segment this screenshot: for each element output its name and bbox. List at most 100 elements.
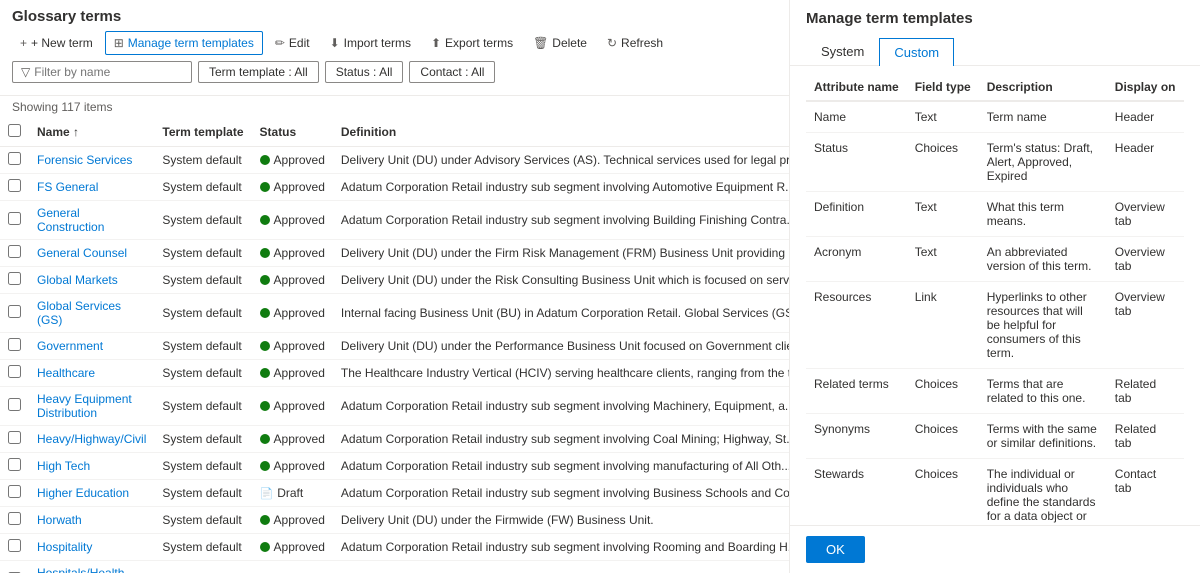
attribute-display-cell: Overview tab [1107,237,1184,282]
definition-cell: Adatum Corporation Retail industry sub s… [341,540,789,554]
term-name-link[interactable]: High Tech [37,459,90,473]
contact-filter[interactable]: Contact : All [409,61,495,83]
term-name-link[interactable]: Healthcare [37,366,95,380]
status-col-header: Status [252,118,333,147]
term-name-link[interactable]: Hospitals/Health Systems [37,566,124,573]
definition-cell: Adatum Corporation Retail industry sub s… [341,213,789,227]
approved-dot [260,155,270,165]
term-template-filter[interactable]: Term template : All [198,61,319,83]
filter-row: ▽ Term template : All Status : All Conta… [12,61,777,83]
definition-cell: Delivery Unit (DU) under the Performance… [341,339,789,353]
attribute-row: SynonymsChoicesTerms with the same or si… [806,414,1184,459]
attribute-row: NameTextTerm nameHeader [806,101,1184,133]
term-name-link[interactable]: FS General [37,180,98,194]
attribute-name-cell: Name [806,101,907,133]
row-checkbox[interactable] [8,152,21,165]
table-row: General ConstructionSystem defaultApprov… [0,201,789,240]
attribute-description-cell: Term name [979,101,1107,133]
term-name-link[interactable]: Global Markets [37,273,118,287]
status-filter[interactable]: Status : All [325,61,404,83]
tab-custom[interactable]: Custom [879,38,954,66]
attribute-row: StewardsChoicesThe individual or individ… [806,459,1184,526]
row-checkbox[interactable] [8,212,21,225]
export-terms-button[interactable]: ⬆ Export terms [423,32,521,54]
term-name-link[interactable]: Hospitality [37,540,92,554]
term-status-cell: Approved [252,453,333,480]
delete-button[interactable]: 🗑 Delete [525,32,595,54]
table-row: HorwathSystem defaultApprovedDelivery Un… [0,507,789,534]
select-all-col [0,118,29,147]
right-panel-title: Manage term templates [806,10,1184,27]
edit-button[interactable]: ✏ Edit [267,32,318,54]
term-template-cell: System default [154,147,251,174]
definition-col-header: Definition [333,118,789,147]
definition-cell: Delivery Unit (DU) under the Firm Risk M… [341,246,789,260]
tab-system[interactable]: System [806,37,879,65]
import-terms-button[interactable]: ⬇ Import terms [322,32,419,54]
row-checkbox[interactable] [8,485,21,498]
terms-table: Name ↑ Term template Status Definition F… [0,118,789,573]
refresh-icon: ↻ [607,36,617,50]
definition-cell: Adatum Corporation Retail industry sub s… [341,486,789,500]
term-name-link[interactable]: Heavy/Highway/Civil [37,432,146,446]
attribute-type-cell: Text [907,237,979,282]
manage-term-templates-button[interactable]: ⊞ Manage term templates [105,31,263,55]
filter-by-name-input[interactable] [34,65,164,79]
attribute-name-cell: Resources [806,282,907,369]
table-row: Heavy Equipment Distribution System defau… [0,387,789,426]
approved-dot [260,461,270,471]
term-template-cell: System default [154,480,251,507]
export-icon: ⬆ [431,36,441,50]
attribute-row: StatusChoicesTerm's status: Draft, Alert… [806,133,1184,192]
term-name-link[interactable]: Government [37,339,103,353]
term-status-cell: Approved [252,507,333,534]
attributes-table: Attribute name Field type Description Di… [806,74,1184,525]
table-row: Forensic ServicesSystem defaultApprovedD… [0,147,789,174]
row-checkbox[interactable] [8,245,21,258]
ok-button[interactable]: OK [806,536,865,563]
term-name-link[interactable]: Forensic Services [37,153,132,167]
term-name-link[interactable]: Global Services (GS) [37,299,121,327]
term-template-cell: System default [154,294,251,333]
row-checkbox[interactable] [8,338,21,351]
attr-header-row: Attribute name Field type Description Di… [806,74,1184,101]
term-name-link[interactable]: Horwath [37,513,82,527]
term-template-cell: System default [154,333,251,360]
term-status-cell: Approved [252,360,333,387]
import-icon: ⬇ [330,36,340,50]
name-col-header: Name ↑ [29,118,154,147]
row-checkbox[interactable] [8,539,21,552]
row-checkbox[interactable] [8,431,21,444]
status-approved-badge: Approved [260,153,325,167]
term-template-cell: System default [154,426,251,453]
term-template-cell: System default [154,387,251,426]
row-checkbox[interactable] [8,512,21,525]
term-template-cell: System default [154,201,251,240]
new-term-button[interactable]: + + New term [12,32,101,54]
row-checkbox[interactable] [8,365,21,378]
row-checkbox[interactable] [8,398,21,411]
term-status-cell: Approved [252,333,333,360]
definition-cell: Adatum Corporation Retail industry sub s… [341,459,789,473]
term-template-cell: System default [154,240,251,267]
term-name-link[interactable]: Heavy Equipment Distribution [37,392,132,420]
approved-dot [260,182,270,192]
attribute-type-cell: Text [907,101,979,133]
filter-input-wrapper[interactable]: ▽ [12,61,192,83]
row-checkbox[interactable] [8,272,21,285]
attribute-name-cell: Synonyms [806,414,907,459]
row-checkbox[interactable] [8,179,21,192]
row-checkbox[interactable] [8,305,21,318]
select-all-checkbox[interactable] [8,124,21,137]
row-checkbox[interactable] [8,458,21,471]
term-status-cell: Approved [252,147,333,174]
term-name-link[interactable]: General Counsel [37,246,127,260]
attributes-table-wrap: Attribute name Field type Description Di… [790,66,1200,525]
approved-dot [260,401,270,411]
grid-icon: ⊞ [114,36,124,50]
refresh-button[interactable]: ↻ Refresh [599,32,671,54]
term-name-link[interactable]: General Construction [37,206,104,234]
definition-cell: Delivery Unit (DU) under the Firmwide (F… [341,513,654,527]
term-name-link[interactable]: Higher Education [37,486,129,500]
term-template-cell: System default [154,360,251,387]
